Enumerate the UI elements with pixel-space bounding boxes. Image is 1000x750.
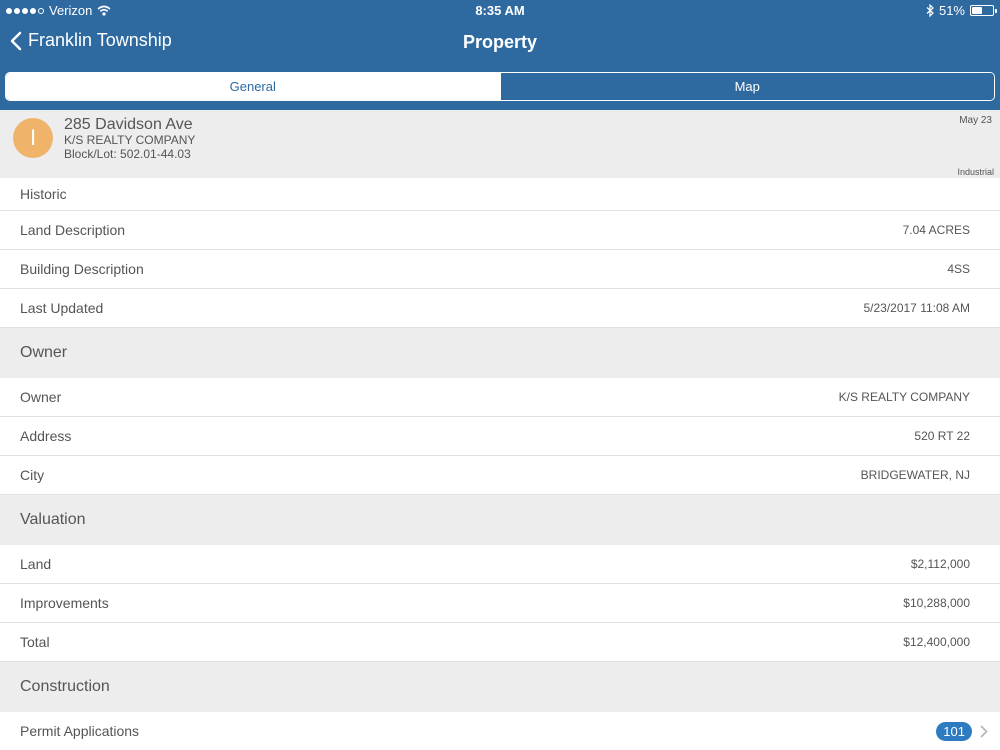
row-value: 5/23/2017 11:08 AM	[863, 301, 970, 315]
chevron-right-icon	[980, 725, 988, 737]
property-date: May 23	[959, 115, 992, 126]
row-historic: Historic	[0, 178, 1000, 211]
row-value: 7.04 ACRES	[902, 223, 970, 237]
property-owner: K/S REALTY COMPANY	[64, 133, 196, 147]
segmented-control: General Map	[5, 72, 995, 101]
row-building-description: Building Description 4SS	[0, 250, 1000, 289]
tab-map[interactable]: Map	[499, 73, 994, 100]
status-right: 51%	[926, 3, 997, 18]
row-label: City	[20, 467, 45, 483]
row-label: Permit Applications	[20, 723, 140, 739]
section-header-owner: Owner	[0, 328, 1000, 378]
row-value: $10,288,000	[903, 596, 970, 610]
row-label: Last Updated	[20, 300, 104, 316]
row-land-description: Land Description 7.04 ACRES	[0, 211, 1000, 250]
battery-icon	[970, 5, 997, 16]
property-block-lot: Block/Lot: 502.01-44.03	[64, 147, 191, 161]
property-summary: I 285 Davidson Ave K/S REALTY COMPANY Bl…	[0, 110, 1000, 178]
row-city: City BRIDGEWATER, NJ	[0, 456, 1000, 495]
status-time: 8:35 AM	[475, 3, 525, 18]
battery-percent: 51%	[938, 3, 965, 18]
status-bar: Verizon 8:35 AM 51%	[0, 0, 1000, 22]
count-badge: 101	[936, 721, 972, 741]
row-label: Total	[20, 634, 50, 650]
row-total: Total $12,400,000	[0, 623, 1000, 662]
bluetooth-icon	[926, 4, 934, 17]
row-improvements: Improvements $10,288,000	[0, 584, 1000, 623]
property-details-list: Historic Land Description 7.04 ACRES Bui…	[0, 178, 1000, 750]
row-permit-applications[interactable]: Permit Applications 101	[0, 712, 1000, 750]
page-title: Property	[462, 32, 538, 52]
row-label: Land	[20, 556, 52, 572]
nav-bar: Franklin Township Property	[0, 22, 1000, 64]
battery-fill	[972, 7, 983, 14]
section-header-construction: Construction	[0, 662, 1000, 712]
property-address: 285 Davidson Ave	[64, 116, 193, 133]
section-header-valuation: Valuation	[0, 495, 1000, 545]
row-label: Owner	[20, 389, 62, 405]
tab-general[interactable]: General	[6, 73, 500, 100]
row-last-updated: Last Updated 5/23/2017 11:08 AM	[0, 289, 1000, 328]
row-value: $12,400,000	[903, 635, 970, 649]
row-owner: Owner K/S REALTY COMPANY	[0, 378, 1000, 417]
row-value: 4SS	[947, 262, 970, 276]
app-header: Verizon 8:35 AM 51% Franklin Township Pr…	[0, 0, 1000, 110]
row-value: BRIDGEWATER, NJ	[860, 468, 970, 482]
row-value: $2,112,000	[910, 557, 970, 571]
row-address: Address 520 RT 22	[0, 417, 1000, 456]
row-value: K/S REALTY COMPANY	[838, 390, 970, 404]
row-label: Land Description	[20, 222, 126, 238]
row-label: Improvements	[20, 595, 109, 611]
property-type: Industrial	[957, 167, 994, 177]
row-land: Land $2,112,000	[0, 545, 1000, 584]
row-label: Building Description	[20, 261, 144, 277]
avatar: I	[13, 118, 53, 158]
row-label: Address	[20, 428, 72, 444]
row-label: Historic	[20, 186, 67, 202]
row-value: 520 RT 22	[914, 429, 970, 443]
row-accessory: 101	[936, 721, 988, 741]
